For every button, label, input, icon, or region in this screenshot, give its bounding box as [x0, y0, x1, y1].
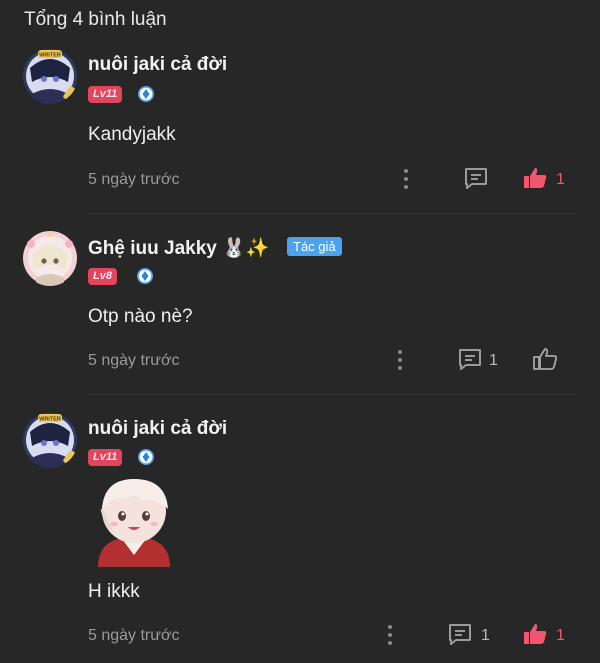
avatar[interactable]: WRITER [22, 412, 78, 468]
divider [88, 213, 576, 214]
comment-icon[interactable] [447, 622, 473, 646]
like-count: 1 [556, 171, 565, 188]
like-count: 1 [556, 627, 565, 644]
diamond-badge-icon [138, 449, 154, 465]
avatar[interactable]: WRITER [22, 48, 78, 104]
author-badge: Tác giả [287, 237, 342, 256]
reply-count: 1 [481, 627, 490, 644]
divider [88, 394, 576, 395]
comment-text: Kandyjakk [88, 124, 176, 145]
comment-time: 5 ngày trước [88, 352, 180, 369]
comment-icon[interactable] [457, 347, 483, 371]
thumbs-up-icon[interactable] [522, 622, 548, 646]
comment-count-title: Tổng 4 bình luận [24, 9, 167, 30]
thumbs-up-icon[interactable] [522, 166, 548, 190]
comment-icon[interactable] [463, 166, 489, 190]
more-vertical-icon[interactable] [400, 168, 412, 190]
level-badge: Lv8 [88, 268, 117, 285]
commenter-name[interactable]: nuôi jaki cả đời [88, 54, 227, 76]
comment-time: 5 ngày trước [88, 627, 180, 644]
level-badge: Lv11 [88, 86, 123, 103]
thumbs-up-icon[interactable] [532, 347, 558, 371]
commenter-name[interactable]: nuôi jaki cả đời [88, 418, 227, 440]
comment-text: H ikkk [88, 581, 140, 602]
avatar[interactable] [22, 230, 78, 286]
commenter-name[interactable]: Ghệ iuu Jakky 🐰✨ [88, 236, 269, 260]
diamond-badge-icon [137, 268, 153, 284]
more-vertical-icon[interactable] [384, 624, 396, 646]
avatar-frame-label: WRITER [39, 53, 61, 59]
comment-time: 5 ngày trước [88, 171, 180, 188]
more-vertical-icon[interactable] [394, 349, 406, 371]
reply-count: 1 [489, 352, 498, 369]
comment-text: Otp nào nè? [88, 306, 193, 327]
chibi-boy-sticker [98, 479, 170, 567]
avatar-frame-label: WRITER [39, 417, 61, 423]
diamond-badge-icon [138, 86, 154, 102]
level-badge: Lv11 [88, 449, 123, 466]
